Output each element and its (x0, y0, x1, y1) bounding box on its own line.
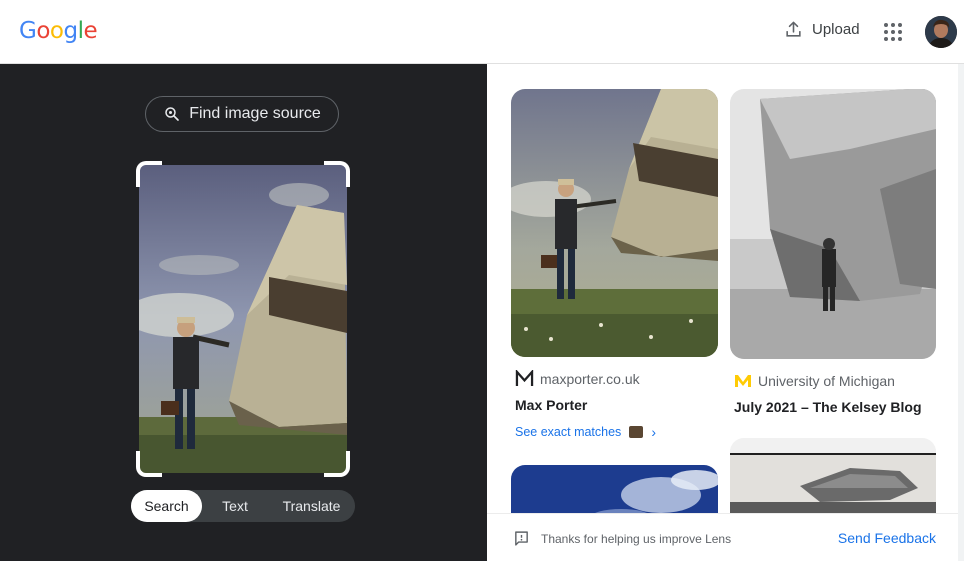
google-logo[interactable]: Google (19, 18, 98, 44)
upload-label: Upload (812, 21, 860, 38)
lens-mode-switcher: Search Text Translate (131, 490, 355, 522)
michigan-m-logo-icon (735, 375, 751, 387)
feedback-bar: Thanks for helping us improve Lens Send … (487, 513, 958, 561)
result-title-max-porter[interactable]: Max Porter (515, 397, 587, 413)
upload-icon (786, 21, 801, 37)
tab-text[interactable]: Text (202, 490, 268, 522)
lens-search-icon (165, 107, 180, 121)
result-title-kelsey-blog[interactable]: July 2021 – The Kelsey Blog (734, 399, 922, 415)
query-image-panel: Find image source Search Text Translate (0, 64, 487, 561)
top-bar: Google Upload (0, 0, 964, 64)
result-source-name: University of Michigan (758, 373, 895, 389)
result-source-michigan[interactable]: University of Michigan (734, 373, 895, 389)
apps-grid-icon[interactable] (884, 23, 902, 41)
feedback-message: Thanks for helping us improve Lens (541, 532, 732, 546)
tab-translate[interactable]: Translate (268, 490, 355, 522)
visual-matches-panel: maxporter.co.uk Max Porter See exact mat… (487, 64, 964, 561)
result-source-name: maxporter.co.uk (540, 370, 640, 387)
logo-letter: o (49, 18, 64, 44)
see-exact-matches-label: See exact matches (515, 425, 622, 439)
feedback-icon (515, 531, 528, 546)
maxporter-m-logo-icon (515, 370, 534, 387)
upload-button[interactable]: Upload (784, 20, 860, 39)
logo-letter: e (83, 18, 98, 44)
crop-selection[interactable] (136, 161, 350, 477)
result-image-maxporter[interactable] (511, 89, 718, 357)
find-image-source-label: Find image source (189, 105, 321, 122)
account-avatar[interactable] (925, 16, 957, 48)
result-image-michigan[interactable] (730, 89, 936, 359)
results-scrollbar[interactable] (958, 64, 964, 561)
exact-match-thumbnail (629, 426, 644, 438)
send-feedback-link[interactable]: Send Feedback (838, 530, 936, 546)
logo-letter: o (36, 18, 50, 44)
find-image-source-button[interactable]: Find image source (145, 96, 339, 132)
logo-letter: g (63, 18, 78, 44)
tab-search[interactable]: Search (131, 490, 202, 522)
result-source-maxporter[interactable]: maxporter.co.uk (515, 370, 640, 387)
query-image (139, 165, 347, 473)
see-exact-matches-link[interactable]: See exact matches › (515, 425, 656, 439)
chevron-right-icon: › (651, 424, 656, 440)
logo-letter: G (19, 18, 37, 44)
